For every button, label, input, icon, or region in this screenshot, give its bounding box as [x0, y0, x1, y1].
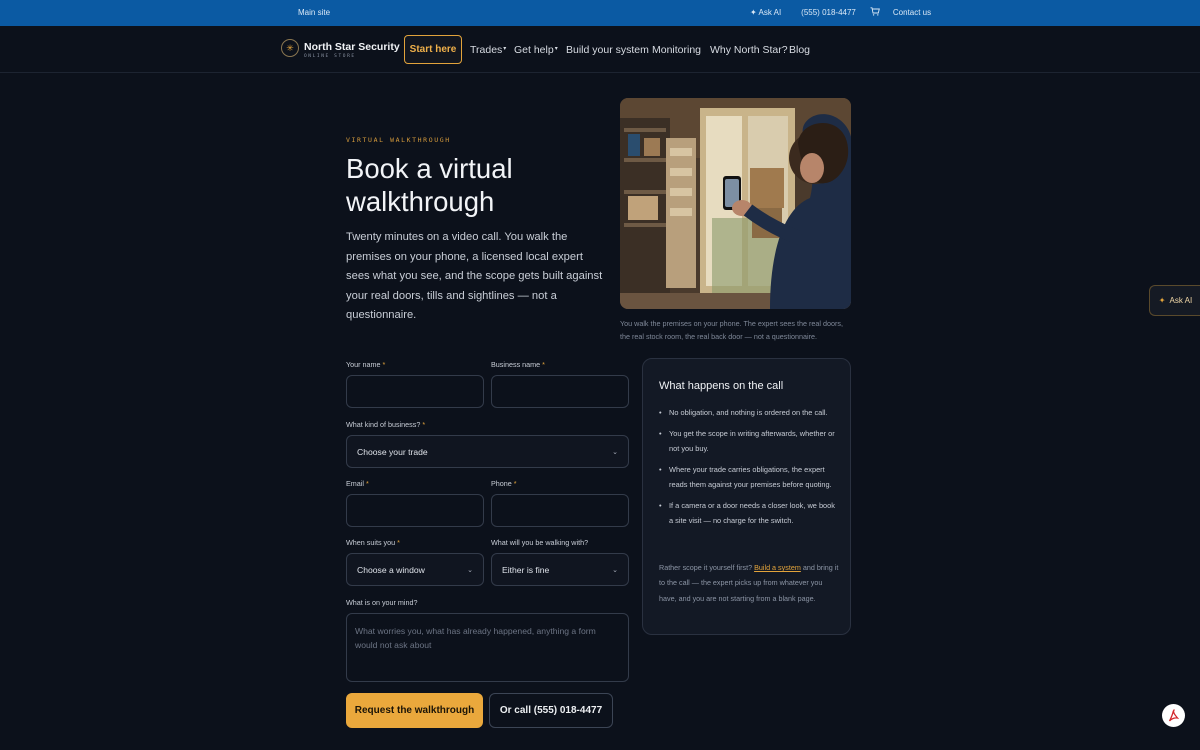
- label-text: Business name: [491, 360, 541, 369]
- walkthrough-photo: [620, 98, 851, 309]
- your-name-input[interactable]: [346, 375, 484, 408]
- list-item: You get the scope in writing afterwards,…: [659, 426, 839, 457]
- call-info-card: What happens on the call No obligation, …: [642, 358, 851, 635]
- walking-with-value: Either is fine: [502, 564, 550, 575]
- call-button[interactable]: Or call (555) 018-4477: [489, 693, 613, 728]
- nav-item-label: Trades: [470, 44, 503, 56]
- your-name-label: Your name *: [346, 360, 385, 369]
- required-mark: *: [365, 479, 369, 488]
- footnote-lead: Rather scope it yourself first?: [659, 563, 755, 572]
- ask-ai-link[interactable]: ✦ Ask AI: [750, 8, 781, 17]
- label-text: Phone: [491, 479, 512, 488]
- walking-with-select[interactable]: Either is fine ⌄: [491, 553, 629, 586]
- photo-caption: You walk the premises on your phone. The…: [620, 319, 843, 341]
- chevron-down-icon: ⌄: [467, 566, 473, 574]
- label-text: When suits you: [346, 538, 396, 547]
- business-kind-label: What kind of business? *: [346, 420, 425, 429]
- mind-textarea[interactable]: What worries you, what has already happe…: [346, 613, 629, 682]
- required-mark: *: [422, 420, 426, 429]
- pdf-icon[interactable]: [1162, 704, 1185, 727]
- label-text: Email: [346, 479, 364, 488]
- nav-item-monitoring[interactable]: Monitoring: [652, 44, 701, 56]
- build-system-link[interactable]: Build a system: [754, 563, 801, 572]
- required-mark: *: [397, 538, 400, 547]
- nav-item-build-your-system[interactable]: Build your system: [566, 44, 649, 56]
- trade-select[interactable]: Choose your trade ⌄: [346, 435, 629, 468]
- chevron-down-icon: ⌄: [612, 566, 618, 574]
- main-nav: ✳ North Star Security ONLINE STORE Start…: [0, 26, 1200, 73]
- page-title: Book a virtual walkthrough: [346, 153, 513, 217]
- phone-link[interactable]: (555) 018-4477: [801, 8, 856, 17]
- ask-ai-label: Ask AI: [1169, 296, 1193, 305]
- walking-with-label: What will you be walking with?: [491, 538, 589, 547]
- nav-item-why-north-star[interactable]: Why North Star?: [710, 44, 788, 56]
- utility-links: ✦ Ask AI (555) 018-4477 Contact us: [750, 7, 931, 17]
- nav-item-label: Get help: [514, 44, 554, 56]
- ask-ai-button[interactable]: ✦ Ask AI: [1149, 285, 1200, 316]
- list-item: No obligation, and nothing is ordered on…: [659, 405, 839, 421]
- card-title: What happens on the call: [659, 380, 784, 392]
- chevron-down-icon: ▾: [503, 46, 507, 52]
- business-name-label: Business name *: [491, 360, 545, 369]
- list-item: Where your trade carries obligations, th…: [659, 462, 839, 493]
- north-star-logo-icon[interactable]: ✳: [281, 39, 299, 57]
- nav-item-trades[interactable]: Trades▾: [470, 44, 506, 56]
- when-label: When suits you *: [346, 538, 400, 547]
- cart-icon[interactable]: [870, 7, 880, 16]
- call-info-list: No obligation, and nothing is ordered on…: [659, 405, 839, 534]
- main-site-link[interactable]: Main site: [298, 8, 330, 17]
- card-footnote: Rather scope it yourself first? Build a …: [659, 560, 839, 606]
- label-text: Your name: [346, 360, 381, 369]
- phone-label: Phone *: [491, 479, 517, 488]
- chevron-down-icon: ⌄: [612, 448, 618, 456]
- utility-bar: Main site ✦ Ask AI (555) 018-4477 Contac…: [0, 0, 1200, 26]
- sparkle-icon: ✦: [1158, 296, 1166, 305]
- request-walkthrough-button[interactable]: Request the walkthrough: [346, 693, 483, 728]
- nav-item-blog[interactable]: Blog: [789, 44, 810, 56]
- phone-field[interactable]: [491, 494, 629, 527]
- window-select[interactable]: Choose a window ⌄: [346, 553, 484, 586]
- email-label: Email *: [346, 479, 369, 488]
- trade-select-value: Choose your trade: [357, 446, 428, 457]
- required-mark: *: [382, 360, 386, 369]
- list-item: If a camera or a door needs a closer loo…: [659, 498, 839, 529]
- hero-intro: Twenty minutes on a video call. You walk…: [346, 231, 603, 321]
- eyebrow: VIRTUAL WALKTHROUGH: [346, 136, 451, 144]
- mind-placeholder: What worries you, what has already happe…: [355, 626, 596, 650]
- chevron-down-icon: ▾: [554, 46, 558, 52]
- brand-name: North Star Security: [304, 41, 400, 53]
- business-name-input[interactable]: [491, 375, 629, 408]
- required-mark: *: [513, 479, 517, 488]
- nav-item-get-help[interactable]: Get help▾: [514, 44, 558, 56]
- email-field[interactable]: [346, 494, 484, 527]
- label-text: What kind of business?: [346, 420, 421, 429]
- window-select-value: Choose a window: [357, 564, 425, 575]
- mind-label: What is on your mind?: [346, 598, 418, 607]
- contact-link[interactable]: Contact us: [893, 8, 931, 17]
- start-here-button[interactable]: Start here: [404, 35, 462, 64]
- brand-subtitle: ONLINE STORE: [304, 54, 356, 59]
- brand[interactable]: North Star Security ONLINE STORE: [304, 41, 400, 59]
- required-mark: *: [542, 360, 545, 369]
